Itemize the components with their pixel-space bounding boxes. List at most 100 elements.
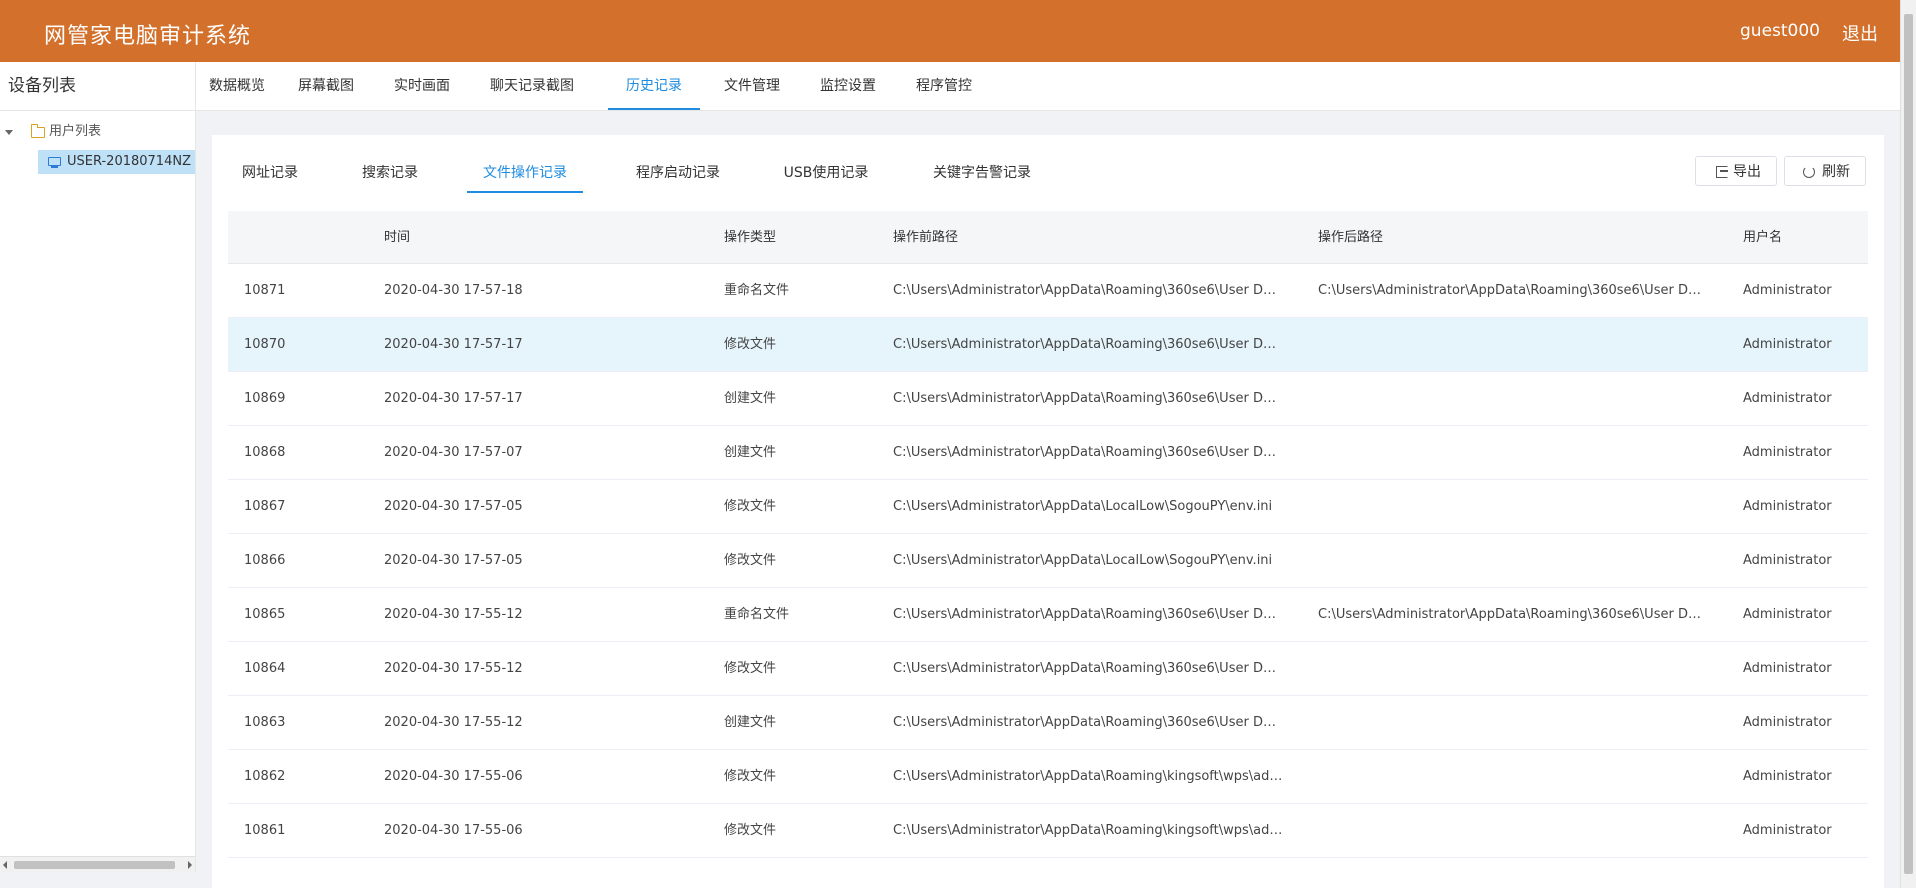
subtab-program-launch[interactable]: 程序启动记录 xyxy=(630,153,726,193)
cell-before-path: C:\Users\Administrator\AppData\Roaming\3… xyxy=(893,661,1283,676)
cell-before-path: C:\Users\Administrator\AppData\Roaming\k… xyxy=(893,823,1283,838)
cell-username: Administrator xyxy=(1743,769,1832,784)
username-label: guest000 xyxy=(1740,21,1820,41)
cell-before-path: C:\Users\Administrator\AppData\Roaming\3… xyxy=(893,337,1283,352)
cell-username: Administrator xyxy=(1743,823,1832,838)
cell-username: Administrator xyxy=(1743,337,1832,352)
table-row[interactable]: 10864 2020-04-30 17-55-12 修改文件 C:\Users\… xyxy=(228,642,1868,696)
cell-id: 10870 xyxy=(244,337,286,352)
cell-username: Administrator xyxy=(1743,553,1832,568)
cell-before-path: C:\Users\Administrator\AppData\Roaming\k… xyxy=(893,769,1283,784)
subtab-keyword-alerts[interactable]: 关键字告警记录 xyxy=(926,153,1038,193)
cell-username: Administrator xyxy=(1743,715,1832,730)
content-panel: 网址记录 搜索记录 文件操作记录 程序启动记录 USB使用记录 关键字告警记录 … xyxy=(212,135,1884,888)
tab-chat-screenshots[interactable]: 聊天记录截图 xyxy=(488,62,576,110)
subtab-url-records[interactable]: 网址记录 xyxy=(238,153,302,193)
cell-before-path: C:\Users\Administrator\AppData\Roaming\3… xyxy=(893,715,1283,730)
table-row[interactable]: 10871 2020-04-30 17-57-18 重命名文件 C:\Users… xyxy=(228,264,1868,318)
table-row[interactable]: 10867 2020-04-30 17-57-05 修改文件 C:\Users\… xyxy=(228,480,1868,534)
tab-screenshots[interactable]: 屏幕截图 xyxy=(296,62,356,110)
cell-time: 2020-04-30 17-55-06 xyxy=(384,823,523,838)
cell-username: Administrator xyxy=(1743,391,1832,406)
cell-type: 创建文件 xyxy=(724,391,777,406)
table-row[interactable]: 10866 2020-04-30 17-57-05 修改文件 C:\Users\… xyxy=(228,534,1868,588)
scrollbar-thumb[interactable] xyxy=(14,861,175,869)
subtab-search-records[interactable]: 搜索记录 xyxy=(358,153,422,193)
refresh-button[interactable]: 刷新 xyxy=(1784,156,1866,186)
table-row[interactable]: 10865 2020-04-30 17-55-12 重命名文件 C:\Users… xyxy=(228,588,1868,642)
cell-time: 2020-04-30 17-57-05 xyxy=(384,553,523,568)
table-row[interactable]: 10868 2020-04-30 17-57-07 创建文件 C:\Users\… xyxy=(228,426,1868,480)
subtab-file-operations[interactable]: 文件操作记录 xyxy=(467,153,583,193)
cell-time: 2020-04-30 17-55-12 xyxy=(384,661,523,676)
tab-monitor-settings[interactable]: 监控设置 xyxy=(818,62,878,110)
table-row[interactable]: 10862 2020-04-30 17-55-06 修改文件 C:\Users\… xyxy=(228,750,1868,804)
cell-before-path: C:\Users\Administrator\AppData\Roaming\3… xyxy=(893,283,1283,298)
cell-id: 10869 xyxy=(244,391,286,406)
sidebar-title: 设备列表 xyxy=(0,62,195,111)
cell-type: 创建文件 xyxy=(724,715,777,730)
folder-icon xyxy=(31,124,45,138)
caret-down-icon[interactable] xyxy=(5,130,13,135)
cell-before-path: C:\Users\Administrator\AppData\Roaming\3… xyxy=(893,391,1283,406)
scroll-right-icon[interactable] xyxy=(188,861,192,869)
cell-type: 重命名文件 xyxy=(724,283,790,298)
table-row[interactable]: 10869 2020-04-30 17-57-17 创建文件 C:\Users\… xyxy=(228,372,1868,426)
cell-type: 重命名文件 xyxy=(724,607,790,622)
computer-icon xyxy=(48,157,61,168)
cell-time: 2020-04-30 17-55-12 xyxy=(384,715,523,730)
cell-before-path: C:\Users\Administrator\AppData\Roaming\3… xyxy=(893,445,1283,460)
main-tab-bar: 数据概览 屏幕截图 实时画面 聊天记录截图 历史记录 文件管理 监控设置 程序管… xyxy=(196,62,1900,111)
cell-time: 2020-04-30 17-57-17 xyxy=(384,391,523,406)
tab-file-management[interactable]: 文件管理 xyxy=(722,62,782,110)
cell-time: 2020-04-30 17-57-07 xyxy=(384,445,523,460)
cell-username: Administrator xyxy=(1743,499,1832,514)
cell-type: 修改文件 xyxy=(724,823,777,838)
device-sidebar: 设备列表 用户列表 USER-20180714NZ xyxy=(0,62,196,872)
page-vertical-scrollbar[interactable] xyxy=(1900,0,1916,888)
tab-data-overview[interactable]: 数据概览 xyxy=(202,62,272,110)
cell-before-path: C:\Users\Administrator\AppData\LocalLow\… xyxy=(893,553,1273,568)
cell-username: Administrator xyxy=(1743,661,1832,676)
cell-type: 创建文件 xyxy=(724,445,777,460)
cell-type: 修改文件 xyxy=(724,769,777,784)
export-button-label: 导出 xyxy=(1733,164,1761,180)
cell-type: 修改文件 xyxy=(724,553,777,568)
export-button[interactable]: 导出 xyxy=(1695,156,1777,186)
cell-username: Administrator xyxy=(1743,283,1832,298)
scroll-left-icon[interactable] xyxy=(3,861,7,869)
tree-node-device[interactable]: USER-20180714NZ xyxy=(38,150,195,174)
logout-button[interactable]: 退出 xyxy=(1842,20,1878,46)
cell-id: 10865 xyxy=(244,607,286,622)
cell-id: 10863 xyxy=(244,715,286,730)
cell-before-path: C:\Users\Administrator\AppData\Roaming\3… xyxy=(893,607,1283,622)
table-body: 10871 2020-04-30 17-57-18 重命名文件 C:\Users… xyxy=(228,264,1868,858)
cell-after-path: C:\Users\Administrator\AppData\Roaming\3… xyxy=(1318,607,1708,622)
subtab-usb-usage[interactable]: USB使用记录 xyxy=(778,153,874,193)
cell-username: Administrator xyxy=(1743,445,1832,460)
tab-history[interactable]: 历史记录 xyxy=(608,62,700,110)
cell-type: 修改文件 xyxy=(724,337,777,352)
table-row[interactable]: 10870 2020-04-30 17-57-17 修改文件 C:\Users\… xyxy=(228,318,1868,372)
sidebar-horizontal-scrollbar[interactable] xyxy=(0,856,195,872)
cell-id: 10866 xyxy=(244,553,286,568)
cell-id: 10861 xyxy=(244,823,286,838)
table-header: 时间 操作类型 操作前路径 操作后路径 用户名 xyxy=(228,211,1868,264)
tab-program-control[interactable]: 程序管控 xyxy=(914,62,974,110)
cell-id: 10862 xyxy=(244,769,286,784)
table-row[interactable]: 10863 2020-04-30 17-55-12 创建文件 C:\Users\… xyxy=(228,696,1868,750)
scrollbar-thumb[interactable] xyxy=(1904,14,1913,874)
cell-id: 10867 xyxy=(244,499,286,514)
column-header-username[interactable]: 用户名 xyxy=(1743,211,1782,264)
column-header-after-path[interactable]: 操作后路径 xyxy=(1318,211,1383,264)
cell-before-path: C:\Users\Administrator\AppData\LocalLow\… xyxy=(893,499,1273,514)
cell-time: 2020-04-30 17-57-18 xyxy=(384,283,523,298)
cell-time: 2020-04-30 17-55-06 xyxy=(384,769,523,784)
tree-root-user-list[interactable]: 用户列表 xyxy=(0,120,195,144)
column-header-before-path[interactable]: 操作前路径 xyxy=(893,211,958,264)
tab-live-view[interactable]: 实时画面 xyxy=(392,62,452,110)
column-header-time[interactable]: 时间 xyxy=(384,211,410,264)
column-header-type[interactable]: 操作类型 xyxy=(724,211,776,264)
cell-username: Administrator xyxy=(1743,607,1832,622)
table-row[interactable]: 10861 2020-04-30 17-55-06 修改文件 C:\Users\… xyxy=(228,804,1868,858)
